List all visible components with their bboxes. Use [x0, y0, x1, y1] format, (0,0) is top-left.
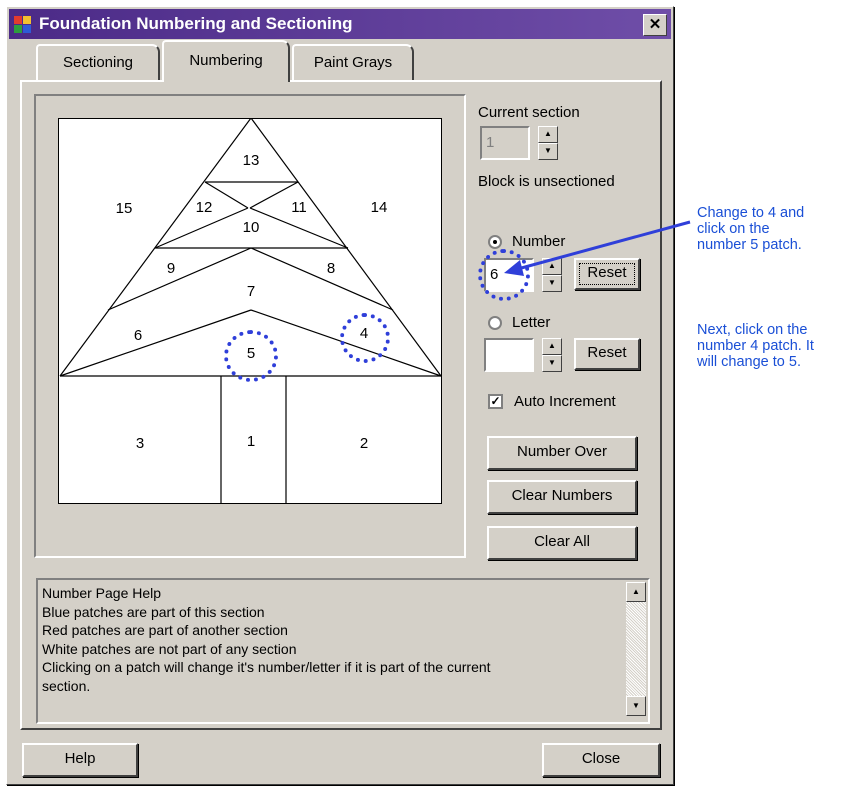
tab-numbering[interactable]: Numbering — [162, 40, 290, 82]
arrow-icon — [504, 220, 691, 276]
